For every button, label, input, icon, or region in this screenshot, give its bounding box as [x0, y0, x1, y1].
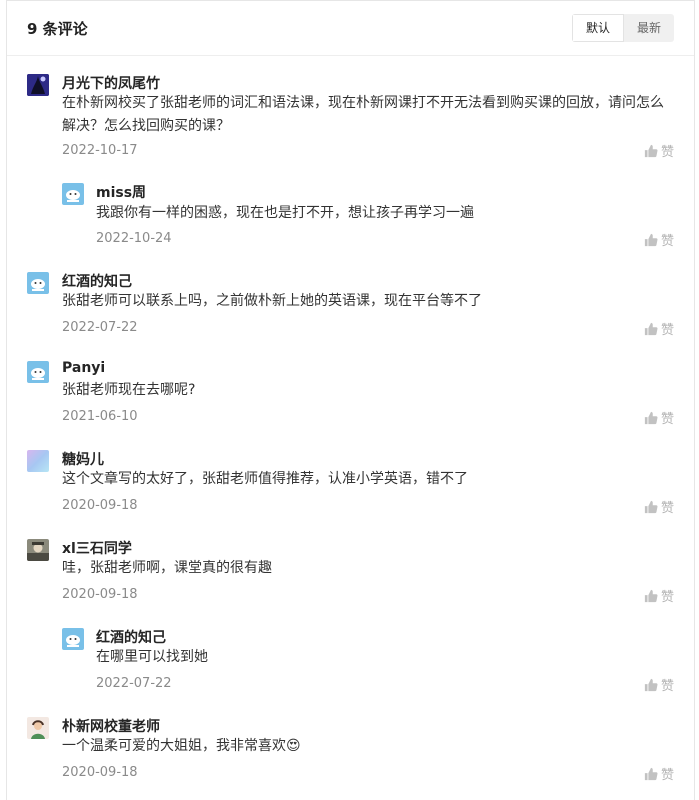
comment-author[interactable]: miss周 — [96, 182, 146, 202]
comment-text: 张甜老师现在去哪呢? — [62, 382, 196, 398]
comment-text: 我跟你有一样的困惑，现在也是打不开，想让孩子再学习一遍 — [96, 205, 474, 221]
sort-toggle: 默认 最新 — [571, 14, 674, 42]
like-label: 赞 — [660, 412, 674, 427]
comments-panel: 9 条评论 默认 最新 月光下的凤尾竹 在朴新网校买了张甜老师的词汇和语法课，现… — [6, 0, 695, 800]
comment-author[interactable]: Panyi — [62, 360, 105, 376]
comment-date: 2020-09-18 — [62, 587, 138, 602]
thumbs-up-icon — [644, 678, 658, 691]
comment-text: 在哪里可以找到她 — [96, 649, 208, 665]
like-button[interactable]: 赞 — [644, 675, 674, 694]
user-avatar[interactable] — [27, 539, 49, 561]
comment-author[interactable]: xl三石同学 — [62, 538, 132, 558]
user-avatar[interactable] — [27, 272, 49, 294]
thumbs-up-icon — [644, 589, 658, 602]
thumbs-up-icon — [644, 767, 658, 780]
comment-date: 2022-10-17 — [62, 143, 138, 158]
user-avatar[interactable] — [62, 183, 84, 205]
comment-date: 2022-07-22 — [62, 320, 138, 335]
default-avatar-icon — [62, 183, 84, 205]
default-avatar-icon — [62, 628, 84, 650]
like-button[interactable]: 赞 — [644, 497, 674, 516]
user-avatar[interactable] — [27, 361, 49, 383]
like-label: 赞 — [660, 679, 674, 694]
comment-author[interactable]: 红酒的知己 — [62, 271, 132, 291]
like-label: 赞 — [660, 590, 674, 605]
comments-count-title: 9 条评论 — [27, 20, 88, 38]
like-label: 赞 — [660, 234, 674, 249]
like-button[interactable]: 赞 — [644, 230, 674, 249]
like-label: 赞 — [660, 145, 674, 160]
user-avatar[interactable] — [27, 717, 49, 739]
comment-author[interactable]: 朴新网校董老师 — [62, 716, 160, 736]
comment-text: 张甜老师可以联系上吗，之前做朴新上她的英语课，现在平台等不了 — [62, 293, 482, 309]
sort-default-tab[interactable]: 默认 — [571, 14, 624, 42]
comment-date: 2022-10-24 — [96, 231, 172, 246]
sort-latest-tab[interactable]: 最新 — [624, 14, 674, 42]
comment-text: 一个温柔可爱的大姐姐，我非常喜欢😍 — [62, 738, 301, 754]
thumbs-up-icon — [644, 500, 658, 513]
default-avatar-icon — [27, 272, 49, 294]
comment-author[interactable]: 月光下的凤尾竹 — [62, 73, 160, 93]
like-button[interactable]: 赞 — [644, 319, 674, 338]
comment-date: 2022-07-22 — [96, 676, 172, 691]
thumbs-up-icon — [644, 411, 658, 424]
thumbs-up-icon — [644, 144, 658, 157]
comment-text: 在朴新网校买了张甜老师的词汇和语法课，现在朴新网课打不开无法看到购买课的回放，请… — [62, 95, 664, 134]
user-avatar[interactable] — [62, 628, 84, 650]
user-avatar[interactable] — [27, 450, 49, 472]
comment-author[interactable]: 糖妈儿 — [62, 449, 104, 469]
like-button[interactable]: 赞 — [644, 408, 674, 427]
default-avatar-icon — [27, 361, 49, 383]
like-button[interactable]: 赞 — [644, 586, 674, 605]
user-avatar[interactable] — [27, 74, 49, 96]
comment-text: 这个文章写的太好了，张甜老师值得推荐，认准小学英语，错不了 — [62, 471, 468, 487]
thumbs-up-icon — [644, 322, 658, 335]
like-label: 赞 — [660, 768, 674, 783]
comment-date: 2020-09-18 — [62, 765, 138, 780]
thumbs-up-icon — [644, 233, 658, 246]
like-button[interactable]: 赞 — [644, 141, 674, 160]
comment-date: 2021-06-10 — [62, 409, 138, 424]
comment-date: 2020-09-18 — [62, 498, 138, 513]
like-label: 赞 — [660, 501, 674, 516]
comments-header: 9 条评论 默认 最新 — [7, 1, 694, 56]
like-label: 赞 — [660, 323, 674, 338]
comment-author[interactable]: 红酒的知己 — [96, 627, 166, 647]
comment-text: 哇，张甜老师啊，课堂真的很有趣 — [62, 560, 272, 576]
like-button[interactable]: 赞 — [644, 764, 674, 783]
